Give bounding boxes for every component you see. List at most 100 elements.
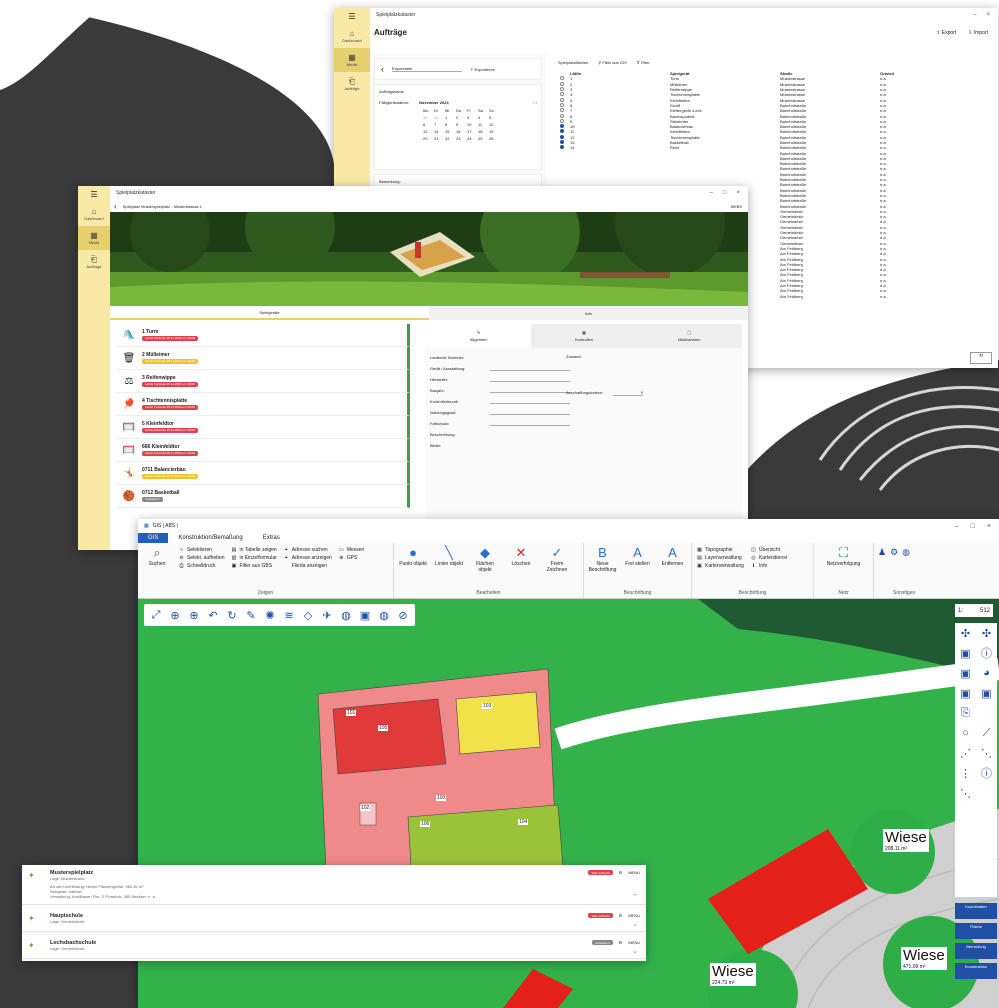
calendar-day[interactable]: 19 [489,129,500,134]
right-tool-icon-4[interactable]: ▣ [960,667,970,680]
ribbon-item[interactable]: ▦ Topographie [696,547,744,553]
blue-button-1[interactable]: Fläche [955,923,997,939]
map-tool-icon-9[interactable]: ✈ [319,607,335,623]
month-nav-icon[interactable]: ‹ › [533,100,537,105]
row-radio-icon[interactable] [560,97,564,102]
tab-info[interactable]: Info [429,306,748,320]
row-radio-icon[interactable] [560,102,564,107]
close-icon[interactable]: × [987,523,991,530]
settings-icon[interactable]: ⚙ [619,940,623,945]
row-select[interactable] [560,140,570,145]
ribbon-item[interactable]: ⊕ GPS [338,555,365,561]
right-tool-icon-7[interactable]: ▣ [981,687,991,700]
minimize-icon[interactable]: – [973,12,976,18]
right-tool-icon-0[interactable]: ✣ [961,627,970,640]
export-file-field[interactable]: Exportdatei [392,66,462,72]
ribbon-item[interactable]: ▭ Messen [338,547,364,553]
network-trace-button[interactable]: ⛶ Netzverfolgung [818,545,869,590]
list-item[interactable]: 🏓 4 Tischtennisplatte Letzte Kontrolle 05.… [116,393,410,416]
map-tool-icon-8[interactable]: ◇ [300,607,316,623]
row-radio-icon[interactable] [560,87,564,92]
menu-item-1[interactable]: Konstruktion/Bemaßung [168,535,252,541]
row-radio-icon[interactable] [560,134,564,139]
label-button-0[interactable]: B Neue Beschriftung [588,545,617,590]
cost-field[interactable]: 0 [613,390,644,396]
calendar-day[interactable]: 18 [478,129,489,134]
blue-button-3[interactable]: Konstruktion [955,963,997,979]
list-item[interactable]: 🗑 2 Mülleimer Letzte Kontrolle 05.11.2023 … [116,347,410,370]
right-tool-icon-16[interactable]: ⋱ [960,787,971,800]
scale-box[interactable]: 1: 512 [955,604,993,617]
calendar-day[interactable]: 17 [467,129,478,134]
map-tool-icon-12[interactable]: ◍ [376,607,392,623]
calendar-day[interactable]: 11 [478,122,489,127]
row-select[interactable] [560,161,570,166]
sidebar-item-dashboard[interactable]: ⌂ Dashboard [78,202,110,226]
label-button-1[interactable]: A Frei stellen [623,545,652,590]
map-object-label[interactable]: 104 [518,819,529,825]
row-select[interactable] [560,113,570,119]
map-thumbnail[interactable]: ⟲ [970,352,992,364]
export-button[interactable]: ⇪ Export [936,30,956,36]
sidebar-item-medis[interactable]: ▦ Medis [78,226,110,250]
row-select[interactable] [560,97,570,103]
calendar-day[interactable]: 13 [423,129,434,134]
settings-icon[interactable]: ⚙ [619,913,623,918]
calendar-day[interactable]: 23 [456,136,467,141]
chevron-icon[interactable]: ⌄ [632,947,638,955]
ribbon-item[interactable]: ▣ Kartenverwaltung [696,563,744,569]
right-tool-icon-14[interactable]: ⋮ [960,767,971,780]
calendar-day[interactable]: 20 [423,136,434,141]
edit-button-4[interactable]: ✓ Freim Zeichnen [542,545,572,590]
ribbon-item[interactable]: ▣ Filter aus GBS [231,563,277,569]
map-tool-icon-4[interactable]: ↻ [224,607,240,623]
map-object-label[interactable]: 101 [346,710,357,716]
menu-icon[interactable]: ☰ [78,186,110,202]
row-select[interactable] [560,156,570,161]
ribbon-item[interactable]: ◫ Übersicht [750,547,787,553]
right-tool-icon-8[interactable]: ⎘ [961,707,970,720]
calendar[interactable]: Mo Di Mi Do Fr Sa So 30 31 1 2 3 4 5 6 7 8 9 10 11 12 13 14 15 1… [423,108,537,141]
edit-button-3[interactable]: ✕ Löschen [506,545,536,590]
row-select[interactable] [560,172,570,177]
sidebar-item-aufträge[interactable]: ⎗ Aufträge [78,250,110,274]
sidebar-item-dashboard[interactable]: ⌂ Dashboard [334,24,370,48]
globe-icon[interactable]: ◍ [902,547,910,590]
ribbon-item[interactable]: ⊹ Selektieren [178,547,225,553]
sidebar-item-medis[interactable]: ▦ Medis [334,48,370,72]
calendar-day[interactable]: 5 [489,115,500,120]
ribbon-item[interactable]: ⌖ Adresse anzeigen [283,555,332,561]
search-button[interactable]: ⌕ Suchen [142,545,172,590]
tab-devices[interactable]: Spielgeräte [110,306,429,320]
row-select[interactable] [560,108,570,113]
label-button-2[interactable]: A Entfernen [658,545,687,590]
map-tool-icon-7[interactable]: ≋ [281,607,297,623]
right-tool-icon-3[interactable]: ⓘ [981,645,992,661]
row-radio-icon[interactable] [560,129,564,134]
ribbon-item[interactable]: Flieda anzeigen [283,563,332,569]
filter-button[interactable]: ⊽ Filter [637,60,650,65]
places-button[interactable]: Spielplatzflächen [558,60,588,65]
form-field[interactable] [490,410,570,415]
person-icon[interactable]: ♟ [878,547,886,590]
calendar-day[interactable]: 26 [489,136,500,141]
maximize-icon[interactable]: □ [723,190,727,196]
form-field[interactable] [490,421,570,426]
row-select[interactable] [560,118,570,124]
row-select[interactable] [560,151,570,156]
close-icon[interactable]: × [736,190,740,196]
row-select[interactable] [560,134,570,140]
right-tool-icon-11[interactable]: ⟋ [983,727,991,740]
row-select[interactable] [560,102,570,108]
row-select[interactable] [560,145,570,150]
calendar-day[interactable]: 24 [467,136,478,141]
list-item[interactable]: 🏀 0712 Basketball Unbekannt [116,485,410,508]
ribbon-item[interactable]: ◎ Kartendienst [750,555,787,561]
row-radio-icon[interactable] [560,118,564,123]
ribbon-item[interactable]: ▤ Layerverwaltung [696,555,744,561]
sidebar-item-aufträge[interactable]: ⎗ Aufträge [334,72,370,96]
calendar-day[interactable]: 7 [434,122,445,127]
form-field[interactable] [490,388,570,393]
right-tool-icon-13[interactable]: ⋱ [981,747,992,760]
calendar-day[interactable]: 3 [467,115,478,120]
